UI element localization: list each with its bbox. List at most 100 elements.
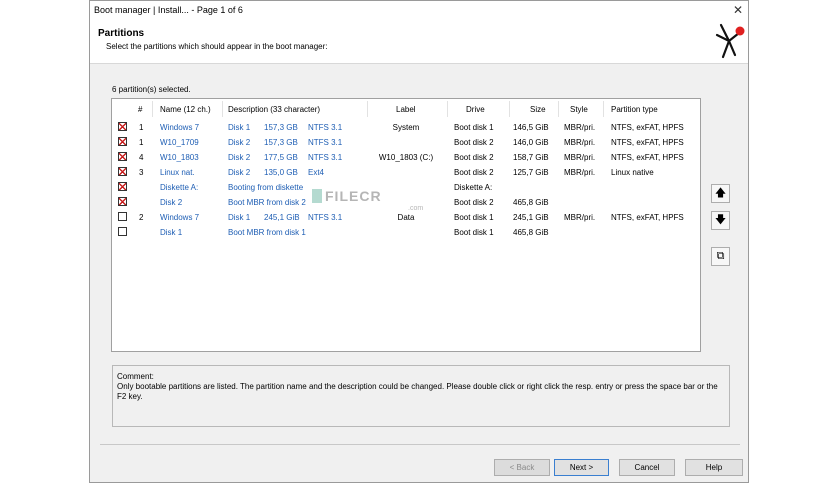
help-button[interactable]: Help xyxy=(685,459,743,476)
installer-window: Boot manager | Install... - Page 1 of 6 … xyxy=(89,0,749,483)
row-style: MBR/pri. xyxy=(564,123,596,132)
move-down-button[interactable]: 🡇 xyxy=(711,211,730,230)
row-description-size: 135,0 GB xyxy=(264,168,298,177)
row-name: W10_1803 xyxy=(160,153,199,162)
page-subtitle: Select the partitions which should appea… xyxy=(106,42,328,51)
row-checkbox[interactable] xyxy=(118,122,127,131)
table-row[interactable]: Diskette A: Booting from diskette Diskette… xyxy=(112,180,700,195)
row-drive: Diskette A: xyxy=(454,183,493,192)
selection-count: 6 partition(s) selected. xyxy=(112,85,191,94)
back-button[interactable]: < Back xyxy=(494,459,550,476)
row-checkbox[interactable] xyxy=(118,152,127,161)
row-description-size: 157,3 GB xyxy=(264,138,298,147)
row-checkbox[interactable] xyxy=(118,197,127,206)
window-title: Boot manager | Install... - Page 1 of 6 xyxy=(94,5,243,15)
row-drive: Boot disk 2 xyxy=(454,138,494,147)
row-style: MBR/pri. xyxy=(564,153,596,162)
row-drive: Boot disk 1 xyxy=(454,123,494,132)
row-description-disk: Disk 1 xyxy=(228,213,251,222)
row-description-fs: Ext4 xyxy=(308,168,325,177)
row-partition-type: Linux native xyxy=(611,168,654,177)
row-checkbox[interactable] xyxy=(118,227,127,236)
row-description-fs: NTFS 3.1 xyxy=(308,153,343,162)
col-header-partition-type[interactable]: Partition type xyxy=(611,105,658,114)
comment-box: Comment: Only bootable partitions are li… xyxy=(112,365,730,427)
cancel-button[interactable]: Cancel xyxy=(619,459,675,476)
row-description: Boot MBR from disk 2 xyxy=(228,198,306,207)
row-name: Linux nat. xyxy=(160,168,195,177)
row-name: Disk 2 xyxy=(160,198,183,207)
row-style: MBR/pri. xyxy=(564,213,596,222)
row-name: W10_1709 xyxy=(160,138,199,147)
row-size: 125,7 GiB xyxy=(513,168,549,177)
row-number: 4 xyxy=(139,153,144,162)
row-description-disk: Disk 2 xyxy=(228,138,251,147)
row-description-size: 245,1 GiB xyxy=(264,213,300,222)
row-partition-type: NTFS, exFAT, HPFS xyxy=(611,138,684,147)
col-header-size[interactable]: Size xyxy=(530,105,546,114)
row-drive: Boot disk 1 xyxy=(454,213,494,222)
col-header-label[interactable]: Label xyxy=(396,105,416,114)
row-description-size: 157,3 GB xyxy=(264,123,298,132)
row-drive: Boot disk 2 xyxy=(454,198,494,207)
row-description-size: 177,5 GB xyxy=(264,153,298,162)
row-size: 146,0 GiB xyxy=(513,138,549,147)
footer-divider xyxy=(100,444,740,445)
row-number: 2 xyxy=(139,213,144,222)
row-size: 465,8 GiB xyxy=(513,198,549,207)
row-number: 3 xyxy=(139,168,144,177)
watermark-logo-icon xyxy=(312,189,322,203)
row-size: 245,1 GiB xyxy=(513,213,549,222)
title-bar: Boot manager | Install... - Page 1 of 6 … xyxy=(90,1,748,19)
row-name: Diskette A: xyxy=(160,183,199,192)
table-row[interactable]: 4 W10_1803 Disk 2 177,5 GB NTFS 3.1 W10_1803 … xyxy=(112,150,700,165)
move-up-button[interactable]: 🡅 xyxy=(711,184,730,203)
row-checkbox[interactable] xyxy=(118,167,127,176)
col-header-description[interactable]: Description (33 character) xyxy=(228,105,320,114)
row-drive: Boot disk 2 xyxy=(454,153,494,162)
watermark-suffix: .com xyxy=(408,205,424,212)
table-row[interactable]: Disk 1 Boot MBR from disk 1 Boot disk 1 465… xyxy=(112,225,700,240)
row-description-disk: Disk 2 xyxy=(228,153,251,162)
row-number: 1 xyxy=(139,123,144,132)
row-checkbox[interactable] xyxy=(118,137,127,146)
next-button[interactable]: Next > xyxy=(554,459,609,476)
row-checkbox[interactable] xyxy=(118,182,127,191)
row-partition-type: NTFS, exFAT, HPFS xyxy=(611,153,684,162)
row-drive: Boot disk 2 xyxy=(454,168,494,177)
row-name: Windows 7 xyxy=(160,123,200,132)
row-drive: Boot disk 1 xyxy=(454,228,494,237)
row-style: MBR/pri. xyxy=(564,138,596,147)
row-label: W10_1803 (C:) xyxy=(378,153,434,162)
page-title: Partitions xyxy=(98,28,145,39)
comment-label: Comment: xyxy=(117,372,154,381)
col-header-num[interactable]: # xyxy=(138,105,142,114)
partition-table: # Name (12 ch.) Description (33 characte… xyxy=(111,98,701,352)
col-header-drive[interactable]: Drive xyxy=(466,105,485,114)
table-row[interactable]: 1 W10_1709 Disk 2 157,3 GB NTFS 3.1 Boot disk… xyxy=(112,135,700,150)
table-row[interactable]: 2 Windows 7 Disk 1 245,1 GiB NTFS 3.1 Data Boo… xyxy=(112,210,700,225)
table-row[interactable]: 1 Windows 7 Disk 1 157,3 GB NTFS 3.1 System Bo… xyxy=(112,120,700,135)
row-style: MBR/pri. xyxy=(564,168,596,177)
watermark: FILECR xyxy=(325,188,382,204)
wizard-header: Partitions Select the partitions which s… xyxy=(90,19,748,64)
app-logo-icon xyxy=(715,23,745,59)
table-row[interactable]: 3 Linux nat. Disk 2 135,0 GB Ext4 Boot disk 2… xyxy=(112,165,700,180)
comment-text: Only bootable partitions are listed. The… xyxy=(117,382,718,401)
row-description-fs: NTFS 3.1 xyxy=(308,138,343,147)
col-header-name[interactable]: Name (12 ch.) xyxy=(160,105,211,114)
row-label: Data xyxy=(397,213,415,222)
row-description-fs: NTFS 3.1 xyxy=(308,123,343,132)
copy-button[interactable]: ⧉ xyxy=(711,247,730,266)
row-description: Booting from diskette xyxy=(228,183,304,192)
row-description-disk: Disk 1 xyxy=(228,123,251,132)
close-button[interactable]: ✕ xyxy=(730,2,746,18)
row-name: Disk 1 xyxy=(160,228,183,237)
row-label: System xyxy=(392,123,420,132)
col-header-style[interactable]: Style xyxy=(570,105,588,114)
row-partition-type: NTFS, exFAT, HPFS xyxy=(611,123,684,132)
row-checkbox[interactable] xyxy=(118,212,127,221)
table-row[interactable]: Disk 2 Boot MBR from disk 2 Boot disk 2 465… xyxy=(112,195,700,210)
row-name: Windows 7 xyxy=(160,213,200,222)
row-partition-type: NTFS, exFAT, HPFS xyxy=(611,213,684,222)
